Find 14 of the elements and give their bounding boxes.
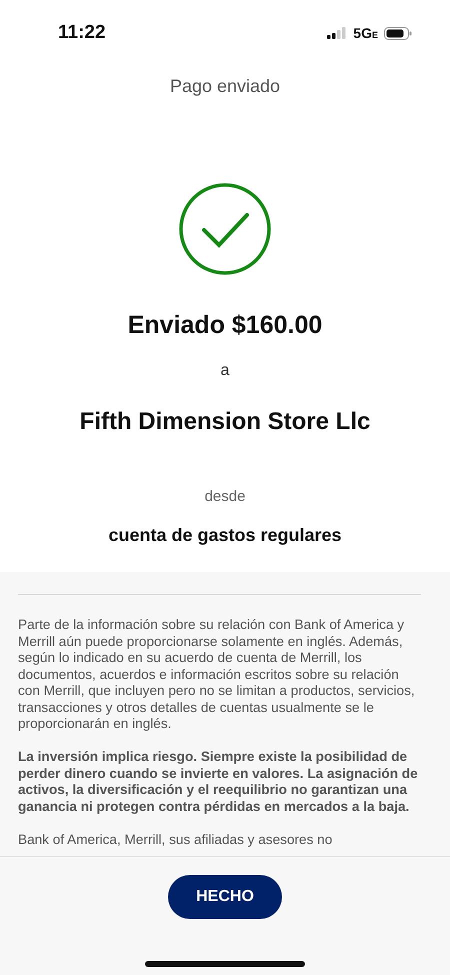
- disclaimer-paragraph: Bank of America, Merrill, sus afiliadas y asesores no: [18, 832, 334, 848]
- done-button[interactable]: HECHO: [168, 875, 282, 919]
- recipient-name: Fifth Dimension Store Llc: [78, 408, 372, 436]
- disclaimer-paragraph: Parte de la información sobre su relación con Bank of America y Merrill aún puede proporcionarse solamente en inglés. Además, según lo indicado en su acuerdo de cuenta de Merrill, los documentos, acuerdos e información escritos sobre su relación con Merrill, que incluyen pero no se limitan a productos, servicios, transacciones y otros detalles de cuentas usualmente se le proporcionarán en inglés.: [18, 617, 416, 732]
- page-title: Pago enviado: [168, 76, 282, 97]
- battery-icon: [384, 26, 412, 40]
- signal-icon: [327, 27, 348, 39]
- account-name: cuenta de gastos regulares: [107, 525, 343, 546]
- disclaimer-paragraph: La inversión implica riesgo. Siempre existe la posibilidad de perder dinero cuando se invierte en valores. La asignación de activos, la diversificación y el reequilibrio no garantizan una ganancia ni protegen contra pérdidas en mercados a la baja.: [18, 749, 419, 815]
- to-label: a: [220, 362, 230, 380]
- from-label: desde: [204, 488, 246, 505]
- network-label: 5GE: [353, 25, 378, 41]
- status-time: 11:22: [58, 22, 106, 44]
- amount-text: Enviado $160.00: [126, 311, 324, 340]
